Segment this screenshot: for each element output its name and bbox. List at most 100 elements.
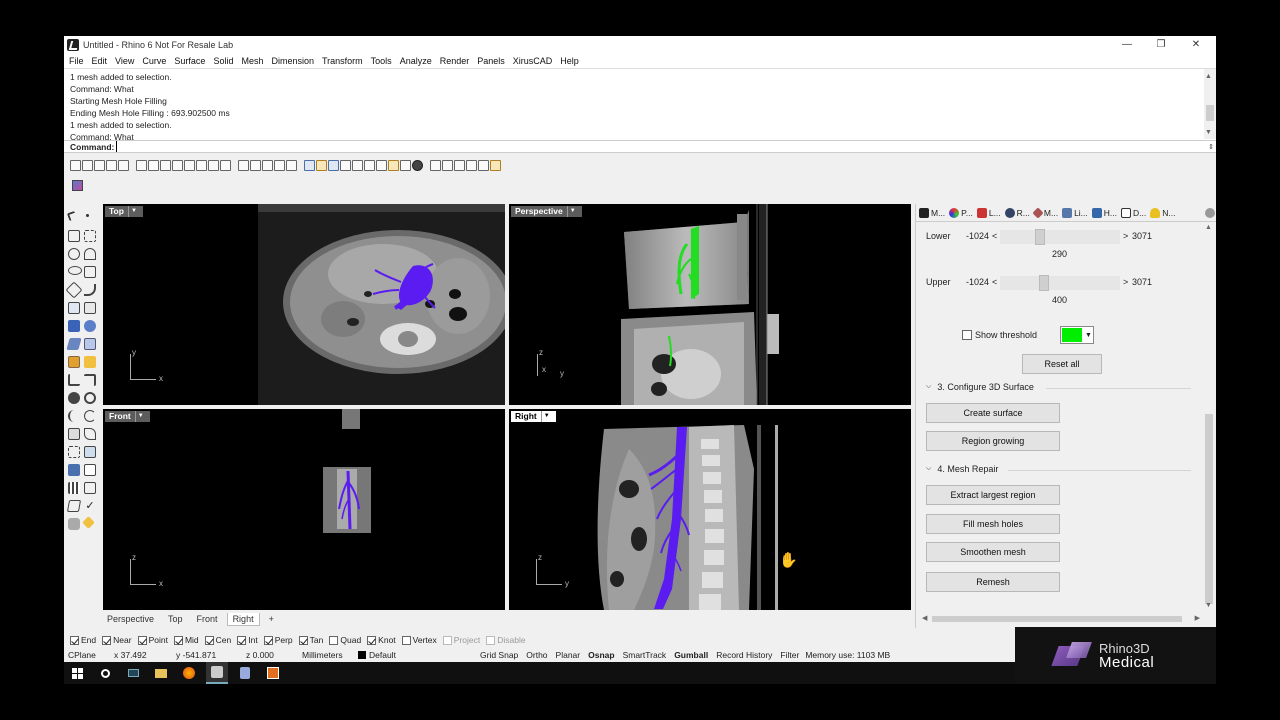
render-icon[interactable] xyxy=(328,159,339,171)
osnap-item[interactable]: Point xyxy=(137,635,168,645)
viewport-right[interactable]: Right ▼ z y ✋ xyxy=(509,409,911,610)
menu-edit[interactable]: Edit xyxy=(92,56,108,66)
osnap-item[interactable]: Cen xyxy=(204,635,231,645)
osnap-checkbox[interactable] xyxy=(102,635,112,645)
ellipse-icon[interactable] xyxy=(68,266,82,275)
project-icon[interactable] xyxy=(66,500,82,512)
chevron-down-icon[interactable]: ▼ xyxy=(540,411,552,422)
recorder-taskbar-icon[interactable] xyxy=(262,662,284,684)
grid-icon[interactable] xyxy=(352,159,363,171)
panel-tab-lights[interactable]: Li... xyxy=(1062,207,1088,218)
panel-tab-help[interactable]: H... xyxy=(1091,207,1117,218)
cube-icon[interactable] xyxy=(442,159,453,171)
panel-tab-render[interactable]: R... xyxy=(1004,207,1030,218)
osnap-item[interactable]: Knot xyxy=(367,635,396,645)
text-icon[interactable] xyxy=(238,159,249,171)
render-tool-icon[interactable] xyxy=(68,356,80,368)
rectangle-icon[interactable] xyxy=(84,266,96,278)
select-icon[interactable] xyxy=(136,159,147,171)
create-surface-button[interactable]: Create surface xyxy=(926,403,1060,423)
tab-right[interactable]: Right xyxy=(226,612,260,626)
solid-sphere-icon[interactable] xyxy=(84,320,96,332)
viewport-label-perspective[interactable]: Perspective ▼ xyxy=(511,206,582,217)
tab-top[interactable]: Top xyxy=(163,613,188,625)
scroll-down-icon[interactable]: ▼ xyxy=(1205,127,1212,139)
osnap-item[interactable]: Vertex xyxy=(401,635,437,645)
circle-icon[interactable] xyxy=(68,248,80,260)
layer-indicator[interactable]: Default xyxy=(358,650,480,660)
viewport-front[interactable]: Front ▼ z x xyxy=(103,409,505,610)
tab-front[interactable]: Front xyxy=(192,613,223,625)
file-explorer-icon[interactable] xyxy=(150,662,172,684)
osnap-item[interactable]: Int xyxy=(237,635,258,645)
menu-view[interactable]: View xyxy=(115,56,134,66)
menu-mesh[interactable]: Mesh xyxy=(241,56,263,66)
mesh-tool-icon[interactable] xyxy=(66,338,82,350)
text-object-icon[interactable] xyxy=(478,159,489,171)
command-spinner-icon[interactable]: ⇕ xyxy=(1208,143,1214,151)
upper-slider[interactable] xyxy=(1000,275,1120,291)
planar-toggle[interactable]: Planar xyxy=(556,650,581,660)
osnap-item[interactable]: Perp xyxy=(263,635,293,645)
osnap-checkbox[interactable] xyxy=(298,635,308,645)
osnap-checkbox[interactable] xyxy=(263,635,273,645)
osnap-checkbox[interactable] xyxy=(237,635,247,645)
arc-icon[interactable] xyxy=(84,248,96,260)
app-taskbar-icon[interactable] xyxy=(234,662,256,684)
region-growing-button[interactable]: Region growing xyxy=(926,431,1060,451)
grid-tool-icon[interactable] xyxy=(68,482,80,494)
section-mesh-repair[interactable]: ⌵ 4. Mesh Repair xyxy=(926,464,998,474)
osnap-item[interactable]: Tan xyxy=(298,635,323,645)
close-button[interactable]: ✕ xyxy=(1179,36,1213,54)
osnap-toggle[interactable]: Osnap xyxy=(588,650,614,660)
osnap-checkbox[interactable] xyxy=(329,635,339,645)
leader-icon[interactable] xyxy=(84,374,96,386)
osnap-checkbox[interactable] xyxy=(137,635,147,645)
menu-help[interactable]: Help xyxy=(560,56,579,66)
menu-transform[interactable]: Transform xyxy=(322,56,363,66)
minimize-button[interactable]: — xyxy=(1110,36,1144,54)
scale-icon[interactable] xyxy=(68,446,80,458)
menu-dimension[interactable]: Dimension xyxy=(271,56,314,66)
dimension-icon[interactable] xyxy=(376,159,387,171)
viewport-top[interactable]: Top ▼ y x xyxy=(103,204,505,405)
fill-mesh-holes-button[interactable]: Fill mesh holes xyxy=(926,514,1060,534)
checkmark-icon[interactable]: ✓ xyxy=(84,500,96,512)
boolean-icon[interactable] xyxy=(68,392,80,404)
print-setup-icon[interactable] xyxy=(430,159,441,171)
menu-analyze[interactable]: Analyze xyxy=(400,56,432,66)
mirror-icon[interactable] xyxy=(84,428,96,440)
windows-start-icon[interactable] xyxy=(66,662,88,684)
curve-icon[interactable] xyxy=(84,230,96,242)
shaded-icon[interactable] xyxy=(454,159,465,171)
dimension-tool-icon[interactable] xyxy=(68,374,80,386)
task-view-icon[interactable] xyxy=(122,662,144,684)
scroll-down-icon[interactable]: ▼ xyxy=(1205,602,1212,609)
panel-scrollbar[interactable]: ▲ ▼ xyxy=(1204,224,1214,612)
curvature-icon[interactable] xyxy=(84,464,96,476)
rotate-view-icon[interactable] xyxy=(196,159,207,171)
smoothen-mesh-button[interactable]: Smoothen mesh xyxy=(926,542,1060,562)
osnap-checkbox[interactable] xyxy=(486,635,496,645)
block-icon[interactable] xyxy=(84,482,96,494)
filter-button[interactable]: Filter xyxy=(780,650,799,660)
point-icon[interactable] xyxy=(274,159,285,171)
scroll-up-icon[interactable]: ▲ xyxy=(1205,71,1212,83)
viewport-label-front[interactable]: Front ▼ xyxy=(105,411,150,422)
panel-tab-display[interactable]: D... xyxy=(1121,207,1146,218)
osnap-item[interactable]: End xyxy=(70,635,96,645)
properties-icon[interactable] xyxy=(118,159,129,171)
menu-tools[interactable]: Tools xyxy=(371,56,392,66)
osnap-checkbox[interactable] xyxy=(367,635,377,645)
select-all-icon[interactable] xyxy=(172,159,183,171)
panel-hscrollbar[interactable]: ◀ ▶ xyxy=(920,614,1202,624)
sphere-icon[interactable] xyxy=(412,159,423,171)
move-icon[interactable] xyxy=(68,428,80,440)
show-threshold-checkbox[interactable] xyxy=(962,330,972,340)
panel-scroll-thumb[interactable] xyxy=(1205,414,1213,604)
zoom-window-icon[interactable] xyxy=(220,159,231,171)
scroll-left-icon[interactable]: ◀ xyxy=(922,614,927,622)
layer-icon[interactable] xyxy=(304,159,315,171)
folder-icon[interactable] xyxy=(490,159,501,171)
pan-icon[interactable] xyxy=(184,159,195,171)
